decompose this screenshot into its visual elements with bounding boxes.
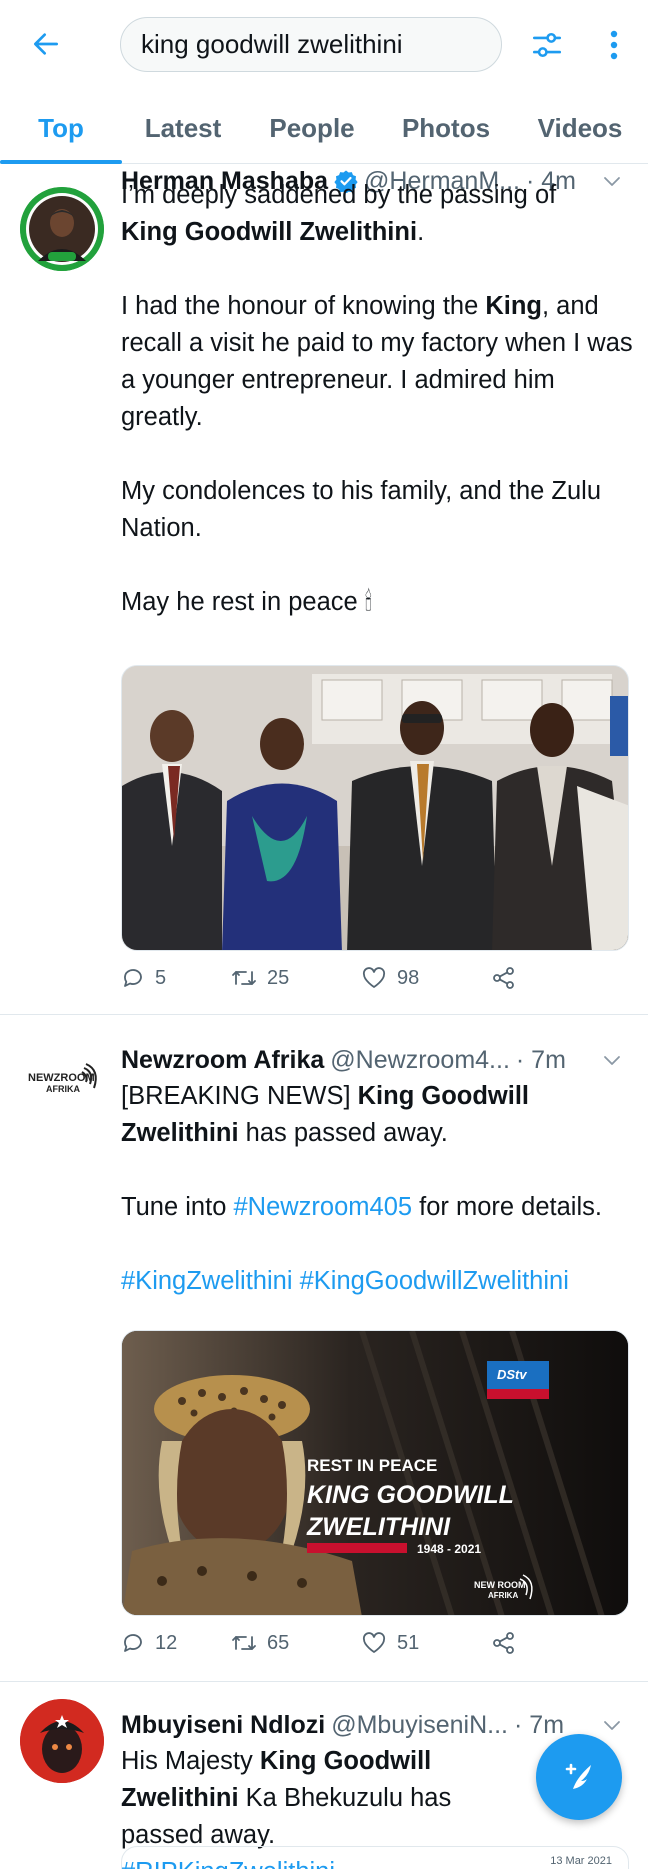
retweet-button[interactable]: 25	[231, 966, 361, 990]
share-icon	[493, 1632, 514, 1654]
reply-icon	[124, 1634, 142, 1652]
like-button[interactable]: 98	[361, 966, 491, 990]
banner-line-1: REST IN PEACE	[307, 1456, 437, 1475]
tweet-text-segment: has passed away.	[238, 1119, 448, 1147]
banner-line-2: KING GOODWILL	[307, 1481, 514, 1509]
search-filter-button[interactable]	[527, 25, 567, 65]
rip-banner-image: DStv REST IN PEACE KING GOODWILL ZWELITH…	[122, 1331, 628, 1615]
search-query: king goodwill zwelithini	[141, 29, 403, 59]
like-count: 51	[397, 1631, 420, 1654]
svg-text:NEW ROOM: NEW ROOM	[474, 1580, 526, 1590]
tab-photos[interactable]: Photos	[386, 92, 506, 164]
tweet-photo[interactable]: DStv REST IN PEACE KING GOODWILL ZWELITH…	[121, 1330, 629, 1616]
author-name[interactable]: Newzroom Afrika	[121, 1046, 324, 1075]
reply-count: 5	[155, 966, 167, 989]
compose-icon	[565, 1763, 591, 1789]
more-options-button[interactable]	[596, 25, 632, 65]
tweet-header: Mbuyiseni Ndlozi @MbuyiseniN... · 7m	[121, 1707, 628, 1743]
svg-text:AFRIKA: AFRIKA	[46, 1084, 80, 1094]
tab-top[interactable]: Top	[0, 92, 122, 164]
top-bar: king goodwill zwelithini	[0, 0, 648, 92]
avatar-image	[20, 187, 104, 271]
like-button[interactable]: 51	[361, 1631, 491, 1655]
tweet[interactable]: Herman Mashaba @HermanM... · 4m I’m deep…	[0, 165, 648, 1015]
share-button[interactable]	[491, 1631, 517, 1655]
back-arrow-icon	[34, 33, 58, 55]
search-tabs: Top Latest People Photos Videos	[0, 92, 648, 164]
tweet-text-segment: for more details.	[412, 1193, 602, 1221]
retweet-icon	[232, 1636, 256, 1650]
tweet-photo[interactable]	[121, 665, 629, 951]
tweet-text-segment: Tune into	[121, 1193, 234, 1221]
author-handle: @Newzroom4...	[330, 1045, 510, 1074]
tweet-actions: 5 25 98	[121, 960, 561, 996]
tweet-text-segment: May he rest in peace 🕯	[121, 588, 373, 616]
retweet-icon	[232, 971, 256, 985]
tweet-text-segment: I had the honour of knowing the	[121, 292, 486, 320]
avatar-image	[20, 1699, 104, 1783]
tweet-text: I’m deeply saddened by the passing of Kin…	[121, 177, 634, 621]
tweet-text-segment: My condolences to his family, and the Zu…	[121, 477, 602, 542]
search-input[interactable]: king goodwill zwelithini	[120, 17, 502, 72]
tweet-actions: 12 65 51	[121, 1625, 561, 1661]
tweet-text-bold: King Goodwill Zwelithini	[121, 218, 418, 246]
retweet-count: 65	[267, 1631, 290, 1654]
svg-text:AFRIKA: AFRIKA	[488, 1591, 518, 1600]
tweet-text-segment: [BREAKING NEWS]	[121, 1082, 358, 1110]
reply-button[interactable]: 5	[121, 966, 231, 990]
author-handle: @MbuyiseniN...	[331, 1710, 509, 1739]
tweet-text-segment: .	[417, 218, 425, 246]
hashtag-link[interactable]: #KingZwelithini #KingGoodwillZwelithini	[121, 1263, 634, 1300]
active-tab-indicator	[0, 160, 122, 164]
chevron-down-icon[interactable]	[600, 1048, 624, 1072]
retweet-button[interactable]: 65	[231, 1631, 361, 1655]
like-icon	[362, 967, 386, 988]
compose-tweet-button[interactable]	[536, 1734, 622, 1820]
tweet-header: Newzroom Afrika @Newzroom4... · 7m	[121, 1042, 628, 1078]
avatar[interactable]	[20, 1699, 104, 1783]
more-vertical-icon	[610, 30, 618, 60]
tab-videos[interactable]: Videos	[520, 92, 640, 164]
hashtag-link[interactable]: #Newzroom405	[233, 1193, 412, 1221]
tweet[interactable]: NEWZROOM AFRIKA Newzroom Afrika @Newzroo…	[0, 1016, 648, 1682]
tweet-time: · 7m	[515, 1045, 566, 1074]
reply-button[interactable]: 12	[121, 1631, 231, 1655]
avatar[interactable]: NEWZROOM AFRIKA	[20, 1034, 104, 1118]
tweet-text-segment: His Majesty	[121, 1747, 260, 1775]
tab-latest[interactable]: Latest	[122, 92, 244, 164]
newzroom-logo: NEWZROOM AFRIKA	[20, 1034, 104, 1118]
quoted-card-preview[interactable]: 13 Mar 2021	[121, 1846, 629, 1869]
back-button[interactable]	[26, 24, 66, 64]
tweet-text: [BREAKING NEWS] King Goodwill Zwelithini…	[121, 1078, 634, 1300]
share-button[interactable]	[491, 966, 517, 990]
tweet-text-bold: King	[485, 292, 543, 320]
reply-count: 12	[155, 1631, 178, 1654]
dstv-badge-text: DStv	[497, 1367, 527, 1382]
banner-line-3: ZWELITHINI	[306, 1513, 451, 1541]
tweet-time: · 7m	[514, 1710, 565, 1739]
card-date: 13 Mar 2021	[550, 1855, 612, 1867]
avatar[interactable]	[20, 187, 104, 271]
group-photo-image	[122, 666, 628, 950]
retweet-count: 25	[267, 966, 290, 989]
banner-years: 1948 - 2021	[417, 1542, 481, 1556]
like-count: 98	[397, 966, 420, 989]
filter-icon	[532, 32, 562, 58]
chevron-down-icon[interactable]	[600, 1713, 624, 1737]
share-icon	[493, 967, 514, 989]
like-icon	[362, 1632, 386, 1653]
reply-icon	[124, 969, 142, 987]
tweet-text-segment: I’m deeply saddened by the passing of	[121, 181, 557, 209]
tab-people[interactable]: People	[252, 92, 372, 164]
author-name[interactable]: Mbuyiseni Ndlozi	[121, 1711, 325, 1740]
